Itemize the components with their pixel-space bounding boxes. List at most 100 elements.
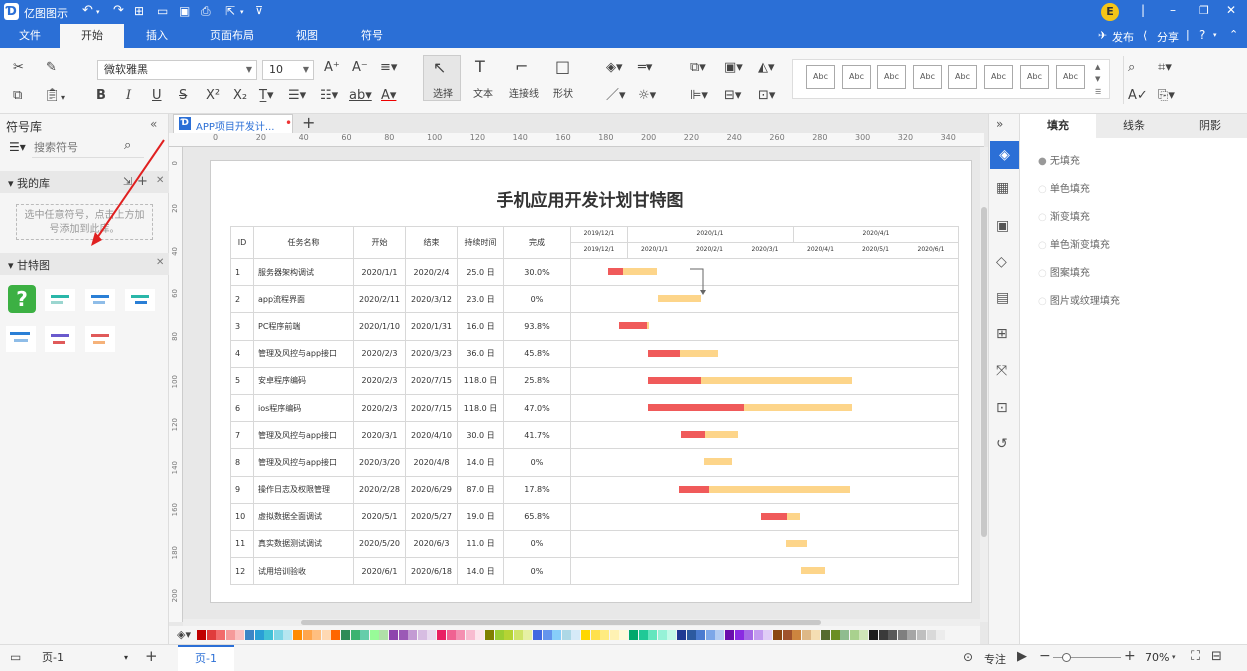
task-duration[interactable]: 14.0 日 (457, 557, 504, 586)
color-swatch[interactable] (437, 630, 446, 640)
gantt-symbol-6[interactable] (85, 326, 115, 352)
task-id[interactable]: 2 (230, 285, 254, 314)
color-swatch[interactable] (657, 630, 667, 640)
my-library-header[interactable]: ▾ 我的库 ⇲ + ✕ (0, 171, 169, 193)
bring-front-icon[interactable]: ⧉▾ (690, 59, 706, 77)
format-painter-icon[interactable]: ✎ (46, 59, 57, 77)
fill-picker-icon[interactable]: ◈▾ (177, 628, 191, 641)
color-swatch[interactable] (792, 630, 802, 640)
new-tab-icon[interactable]: + (302, 113, 315, 132)
task-timeline[interactable] (570, 448, 959, 477)
task-bar[interactable] (647, 376, 853, 384)
task-complete[interactable]: 65.8% (503, 502, 571, 531)
tab-file[interactable]: 文件 (8, 24, 52, 48)
color-swatch[interactable] (293, 630, 302, 640)
color-swatch[interactable] (667, 630, 677, 640)
color-swatch[interactable] (590, 630, 600, 640)
strikethrough-icon[interactable]: S (179, 87, 187, 105)
font-size-select[interactable]: 10 ▼ (262, 60, 314, 80)
color-swatch[interactable] (206, 630, 216, 640)
color-swatch[interactable] (897, 630, 907, 640)
color-swatch[interactable] (696, 630, 706, 640)
help-dropdown-icon[interactable]: ▾ (1213, 31, 1217, 39)
color-swatch[interactable] (686, 630, 696, 640)
task-end[interactable]: 2020/4/8 (405, 448, 458, 477)
style-more-icon[interactable]: ☰ (1095, 88, 1101, 96)
color-swatch[interactable] (408, 630, 418, 640)
header-end[interactable]: 结束 (405, 226, 458, 259)
color-swatch[interactable] (609, 630, 619, 640)
color-swatch[interactable] (840, 630, 850, 640)
open-folder-icon[interactable]: ▭ (157, 4, 168, 18)
text-tool-label[interactable]: 文本 (466, 85, 500, 100)
task-name[interactable]: 虚拟数据全面调试 (253, 502, 354, 531)
layers-icon[interactable]: ◇ (996, 254, 1007, 270)
task-duration[interactable]: 118.0 日 (457, 366, 504, 395)
task-id[interactable]: 5 (230, 366, 254, 395)
line-style-icon[interactable]: ═▾ (638, 59, 652, 77)
color-swatch[interactable] (235, 630, 245, 640)
import-icon[interactable]: ⇲ (123, 175, 132, 188)
task-complete[interactable]: 41.7% (503, 421, 571, 450)
task-bar[interactable] (608, 268, 658, 275)
color-swatch[interactable] (869, 630, 878, 640)
color-swatch[interactable] (744, 630, 754, 640)
task-end[interactable]: 2020/5/27 (405, 502, 458, 531)
spell-check-icon[interactable]: A✓ (1128, 87, 1148, 105)
task-bar[interactable] (647, 403, 853, 411)
fill-option-texture[interactable]: ○ 图片或纹理填充 (1038, 292, 1120, 307)
task-name[interactable]: app流程界面 (253, 285, 354, 314)
collapse-ribbon-icon[interactable]: ⌃ (1229, 28, 1238, 41)
data-icon[interactable]: ⊞ (996, 326, 1008, 342)
zoom-level[interactable]: 70% (1145, 651, 1169, 664)
color-swatch[interactable] (302, 630, 312, 640)
color-swatch[interactable] (513, 630, 523, 640)
search-icon[interactable]: ⌕ (124, 138, 131, 153)
task-duration[interactable]: 25.0 日 (457, 257, 504, 287)
unsaved-dot-icon[interactable]: • (285, 116, 292, 130)
task-duration[interactable]: 118.0 日 (457, 393, 504, 423)
print-icon[interactable]: ⎙ (201, 4, 211, 19)
task-start[interactable]: 2020/3/1 (353, 421, 406, 450)
task-timeline[interactable] (570, 502, 959, 531)
zoom-slider-handle[interactable] (1062, 653, 1071, 662)
task-id[interactable]: 8 (230, 448, 254, 477)
task-end[interactable]: 2020/1/31 (405, 312, 458, 341)
color-swatch[interactable] (485, 630, 494, 640)
crop-icon[interactable]: ⌗▾ (1158, 59, 1172, 77)
library-menu-icon[interactable]: ☰▾ (9, 140, 26, 154)
task-end[interactable]: 2020/7/15 (405, 393, 458, 423)
page-select[interactable]: 页-1 ▾ (38, 649, 134, 667)
publish-icon[interactable]: ✈ (1098, 29, 1107, 42)
fullscreen-icon[interactable]: ⊟ (1211, 649, 1222, 664)
task-start[interactable]: 2020/6/1 (353, 557, 406, 586)
color-swatch[interactable] (456, 630, 466, 640)
task-bar[interactable] (679, 485, 850, 493)
task-name[interactable]: 真实数据测试调试 (253, 529, 354, 559)
document-tab[interactable]: Ɗ APP项目开发计... • (173, 114, 293, 133)
effects-icon[interactable]: ☼▾ (638, 87, 656, 105)
color-swatch[interactable] (725, 630, 734, 640)
style-scroll-down-icon[interactable]: ▼ (1095, 75, 1100, 83)
fit-icon[interactable]: ⤧ (996, 363, 1007, 379)
color-swatch[interactable] (773, 630, 782, 640)
task-name[interactable]: 管理及风控与app接口 (253, 339, 354, 368)
export-icon[interactable]: ⇱ (225, 4, 235, 18)
task-name[interactable]: 操作日志及权限管理 (253, 475, 354, 504)
color-swatch[interactable] (533, 630, 542, 640)
task-end[interactable]: 2020/6/3 (405, 529, 458, 559)
close-icon[interactable]: ✕ (156, 257, 164, 268)
gantt-row[interactable]: 8 管理及风控与app接口 2020/3/20 2020/4/8 14.0 日 0% (230, 448, 959, 477)
task-start[interactable]: 2020/5/20 (353, 529, 406, 559)
tab-symbols[interactable]: 符号 (350, 24, 394, 48)
color-swatch[interactable] (878, 630, 888, 640)
task-start[interactable]: 2020/2/3 (353, 393, 406, 423)
color-swatch[interactable] (264, 630, 274, 640)
font-color-icon[interactable]: A▾ (381, 87, 396, 105)
gantt-symbol-5[interactable] (45, 326, 75, 352)
gantt-section-header[interactable]: ▾ 甘特图 ✕ (0, 253, 169, 275)
task-name[interactable]: 服务器架构调试 (253, 257, 354, 287)
cut-icon[interactable]: ✂ (13, 59, 24, 77)
vertical-scroll-thumb[interactable] (981, 207, 987, 537)
task-bar[interactable] (657, 295, 701, 303)
